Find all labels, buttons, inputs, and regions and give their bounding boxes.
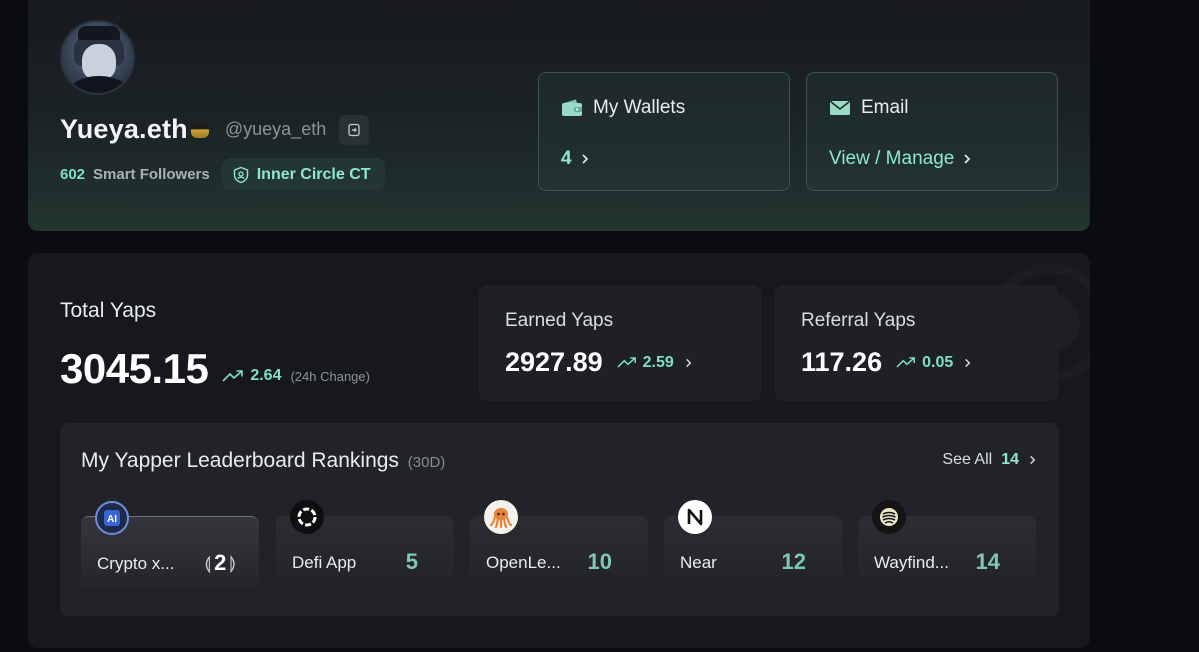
name-row: Yueya.eth @yueya_eth xyxy=(60,114,370,145)
user-handle: @yueya_eth xyxy=(224,119,327,139)
wallets-title-row: My Wallets xyxy=(561,97,685,119)
earned-yaps-value: 2927.89 xyxy=(505,347,603,377)
ranking-item-defi-app[interactable]: Defi App 5 xyxy=(276,500,454,591)
my-wallets-card[interactable]: My Wallets 4 xyxy=(538,72,790,191)
referral-yaps-label: Referral Yaps xyxy=(801,310,916,331)
smart-followers-label: Smart Followers xyxy=(93,166,210,183)
chevron-right-icon[interactable] xyxy=(963,357,972,369)
trend-up-icon xyxy=(617,357,636,368)
rankings-title-text: My Yapper Leaderboard Rankings xyxy=(81,449,399,472)
svg-text:AI: AI xyxy=(107,514,117,525)
total-yaps-row: 3045.15 2.64 (24h Change) xyxy=(60,345,370,393)
earned-yaps-change: 2.59 xyxy=(617,354,693,372)
ranking-name: Near xyxy=(680,553,717,572)
email-manage-link[interactable]: View / Manage xyxy=(829,148,972,170)
chevron-right-icon xyxy=(1030,455,1036,465)
envelope-icon xyxy=(830,100,850,115)
avatar-body xyxy=(70,76,128,93)
laurel-right-icon: ⟭ xyxy=(229,552,236,573)
email-title-row: Email xyxy=(829,97,909,119)
see-all-count: 14 xyxy=(1001,451,1019,468)
trend-up-icon xyxy=(896,357,916,368)
logout-icon xyxy=(348,123,360,136)
ranking-item-crypto[interactable]: AI Crypto x... ⟬ 2 ⟭ xyxy=(81,501,259,591)
chevron-right-icon xyxy=(964,154,971,164)
inner-circle-badge[interactable]: Inner Circle CT xyxy=(221,158,385,191)
avatar-face xyxy=(82,44,116,80)
ranking-item-near[interactable]: Near 12 xyxy=(664,500,842,591)
ranking-name: Defi App xyxy=(292,553,357,572)
laurel-left-icon: ⟬ xyxy=(204,552,212,573)
referral-change-value: 0.05 xyxy=(922,353,954,371)
wallets-count-link[interactable]: 4 xyxy=(561,148,590,170)
change-note: (24h Change) xyxy=(290,368,370,384)
leaderboard-rankings-panel: My Yapper Leaderboard Rankings (30D) See… xyxy=(60,423,1059,616)
rankings-title: My Yapper Leaderboard Rankings (30D) xyxy=(81,449,445,473)
see-all-label: See All xyxy=(942,451,993,468)
username: Yueya.eth xyxy=(60,114,188,144)
wallets-count: 4 xyxy=(561,148,572,169)
earned-change-value: 2.59 xyxy=(642,353,674,371)
ranking-name: Wayfind... xyxy=(874,553,949,572)
rankings-period: (30D) xyxy=(407,454,446,471)
ranking-name: Crypto x... xyxy=(97,554,175,573)
trend-up-icon xyxy=(222,370,244,382)
referral-yaps-value: 117.26 xyxy=(801,347,883,377)
ranking-item-wayfinder[interactable]: Wayfind... 14 xyxy=(858,500,1036,591)
total-yaps-label: Total Yaps xyxy=(60,299,157,322)
total-yaps-change: 2.64 (24h Change) xyxy=(222,367,370,385)
beer-glass-icon xyxy=(190,121,209,138)
badge-label: Inner Circle CT xyxy=(256,165,371,183)
defi-app-icon xyxy=(290,500,324,534)
email-card[interactable]: Email View / Manage xyxy=(806,72,1058,191)
followers-row: 602 Smart Followers Inner Circle CT xyxy=(60,158,385,191)
total-change-value: 2.64 xyxy=(250,367,282,384)
avatar-cap xyxy=(78,26,120,40)
ranking-number-value: 2 xyxy=(214,550,227,575)
earned-yaps-card[interactable]: Earned Yaps 2927.89 2.59 xyxy=(479,285,761,401)
octopus-icon xyxy=(484,500,518,534)
referral-yaps-card[interactable]: Referral Yaps 117.26 0.05 xyxy=(775,285,1058,401)
shield-icon xyxy=(233,166,248,183)
profile-card: Yueya.eth @yueya_eth 602 Smart Followers… xyxy=(28,0,1090,231)
ranking-number: 10 xyxy=(587,549,612,574)
avatar[interactable] xyxy=(60,20,135,95)
wallets-title: My Wallets xyxy=(593,97,686,118)
email-title: Email xyxy=(861,97,909,118)
yaps-stats-card: Total Yaps 3045.15 2.64 (24h Change) Ear… xyxy=(28,253,1090,648)
wayfinder-icon xyxy=(872,500,906,534)
earned-yaps-row: 2927.89 2.59 xyxy=(505,347,693,378)
logout-button[interactable] xyxy=(339,114,370,145)
ranking-name: OpenLe... xyxy=(486,553,561,572)
see-all-link[interactable]: See All 14 xyxy=(942,451,1037,469)
email-action: View / Manage xyxy=(829,148,955,169)
ranking-number: 14 xyxy=(975,549,1000,574)
near-icon xyxy=(678,500,712,534)
ranking-number: 12 xyxy=(781,549,806,574)
ranking-number: 5 xyxy=(405,549,418,574)
earned-yaps-label: Earned Yaps xyxy=(505,310,614,331)
referral-yaps-change: 0.05 xyxy=(896,354,972,372)
ranking-item-openledger[interactable]: OpenLe... 10 xyxy=(470,500,648,591)
ai-icon: AI xyxy=(95,501,129,535)
chevron-right-icon[interactable] xyxy=(684,357,693,369)
wallet-icon xyxy=(562,99,582,116)
ranking-number: ⟬ 2 ⟭ xyxy=(201,550,239,576)
smart-followers-count: 602 xyxy=(60,166,86,183)
total-yaps-value: 3045.15 xyxy=(60,345,209,392)
chevron-right-icon xyxy=(582,154,588,164)
referral-yaps-row: 117.26 0.05 xyxy=(801,347,972,378)
